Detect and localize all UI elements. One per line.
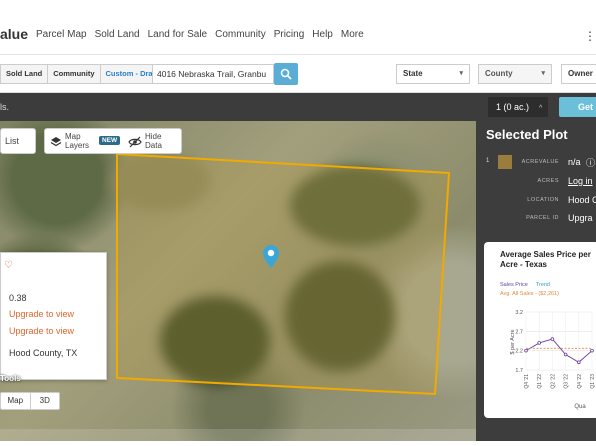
selected-plot-panel: Selected Plot 1 ACREVALUE n/a ⓘ ACRES Lo… xyxy=(476,121,596,441)
nav-help[interactable]: Help xyxy=(312,29,333,40)
state-select[interactable]: State ▾ xyxy=(396,64,470,84)
plot-index: 1 xyxy=(486,158,490,164)
plot-count-label: 1 (0 ac.) xyxy=(496,102,530,112)
layers-icon xyxy=(50,137,62,147)
satellite-map[interactable]: List Map Layers NEW Hide Data ♡ 0.38 Upg… xyxy=(0,121,476,441)
parcel-info-card: ♡ 0.38 Upgrade to view Upgrade to view H… xyxy=(0,252,107,380)
search-button[interactable] xyxy=(274,63,298,85)
tab-community[interactable]: Community xyxy=(48,65,101,83)
plot-color-swatch xyxy=(498,155,512,169)
nav-more[interactable]: More xyxy=(341,29,364,40)
detail-key: ACRES xyxy=(537,178,559,184)
detail-value: n/a xyxy=(568,157,581,167)
y-tick-label: 2.7 xyxy=(515,329,523,335)
y-tick-label: 2.2 xyxy=(515,349,523,355)
chevron-down-icon: ▾ xyxy=(459,70,463,77)
results-toolbar: ls. 1 (0 ac.) ^ Get xyxy=(0,93,596,121)
data-point xyxy=(524,348,528,353)
info-county: Hood County, TX xyxy=(9,348,78,358)
map-footer xyxy=(0,429,476,441)
map-toolbar: Map Layers NEW Hide Data xyxy=(44,128,182,154)
hide-data-button[interactable]: Hide Data xyxy=(145,132,171,150)
favorite-heart-icon[interactable]: ♡ xyxy=(4,260,13,271)
top-nav: alue Parcel Map Sold Land Land for Sale … xyxy=(0,0,596,55)
search-bar: Sold Land Community Custom - Draw State … xyxy=(0,55,596,93)
data-point xyxy=(563,352,568,357)
nav-pricing[interactable]: Pricing xyxy=(274,29,305,40)
brand-logo[interactable]: alue xyxy=(0,26,28,42)
map-layers-button[interactable]: Map Layers xyxy=(65,132,95,150)
view-3d-button[interactable]: 3D xyxy=(31,393,60,409)
nav-land-for-sale[interactable]: Land for Sale xyxy=(148,29,208,40)
filter-tabs: Sold Land Community Custom - Draw xyxy=(0,64,165,84)
x-tick-label: Q3 '22 xyxy=(564,374,570,389)
county-select[interactable]: County ▾ xyxy=(478,64,552,84)
location-pin-icon[interactable] xyxy=(262,244,280,270)
y-axis-label: $ per Acre xyxy=(510,329,516,354)
price-chart-card: Average Sales Price per Acre - Texas Sal… xyxy=(484,242,596,418)
x-tick-label: Q1 '22 xyxy=(537,374,543,389)
info-icon[interactable]: ⓘ xyxy=(586,156,595,169)
x-axis-label: Qua xyxy=(574,404,586,410)
panel-title: Selected Plot xyxy=(486,127,568,142)
nav-sold-land[interactable]: Sold Land xyxy=(95,29,140,40)
price-line-chart: 3.2 2.7 2.2 1.7Q4 '21 Q1 '22 Q2 '22 Q3 '22 Q4 '… xyxy=(510,310,596,410)
search-icon xyxy=(280,68,292,80)
get-report-button[interactable]: Get xyxy=(559,97,596,117)
detail-key: LOCATION xyxy=(527,197,559,203)
owner-select-label: Owner xyxy=(568,69,593,78)
nav-parcel-map[interactable]: Parcel Map xyxy=(36,29,87,40)
x-tick-label: Q4 '21 xyxy=(524,374,530,389)
info-acres: 0.38 xyxy=(9,293,27,303)
state-select-label: State xyxy=(403,69,423,78)
tools-label: Tools xyxy=(0,374,21,383)
data-point xyxy=(550,337,555,341)
list-view-button[interactable]: List xyxy=(0,128,36,154)
apps-grid-icon[interactable]: ⋮⋮ xyxy=(584,30,596,42)
login-link[interactable]: Log in xyxy=(568,176,593,186)
eye-off-icon xyxy=(128,136,142,148)
toolbar-message: ls. xyxy=(0,102,9,112)
y-tick-label: 1.7 xyxy=(515,368,523,374)
chevron-up-icon: ^ xyxy=(539,105,543,112)
upgrade-link[interactable]: Upgrade to view xyxy=(9,309,74,319)
owner-select[interactable]: Owner xyxy=(561,64,596,84)
detail-key: PARCEL ID xyxy=(526,215,559,221)
x-tick-label: Q1 '23 xyxy=(590,374,596,389)
y-tick-label: 3.2 xyxy=(515,310,523,316)
chevron-down-icon: ▾ xyxy=(541,70,545,77)
data-point xyxy=(590,348,594,353)
data-point xyxy=(537,341,541,345)
map-type-toggle: Map 3D xyxy=(0,392,60,410)
nav-links: Parcel Map Sold Land Land for Sale Commu… xyxy=(36,29,372,40)
data-point xyxy=(577,360,581,365)
address-search-input[interactable] xyxy=(152,64,274,84)
x-tick-label: Q2 '22 xyxy=(550,374,556,389)
nav-community[interactable]: Community xyxy=(215,29,266,40)
x-tick-label: Q4 '22 xyxy=(577,374,583,389)
detail-key: ACREVALUE xyxy=(521,159,559,165)
map-view-button[interactable]: Map xyxy=(1,393,31,409)
county-select-label: County xyxy=(485,69,513,78)
new-badge: NEW xyxy=(99,136,121,145)
detail-value: Hood C xyxy=(568,195,596,205)
upgrade-link[interactable]: Upgrade to view xyxy=(9,326,74,336)
upgrade-link[interactable]: Upgra xyxy=(568,213,593,223)
tab-sold-land[interactable]: Sold Land xyxy=(1,65,49,83)
plot-count-dropdown[interactable]: 1 (0 ac.) ^ xyxy=(488,97,548,117)
